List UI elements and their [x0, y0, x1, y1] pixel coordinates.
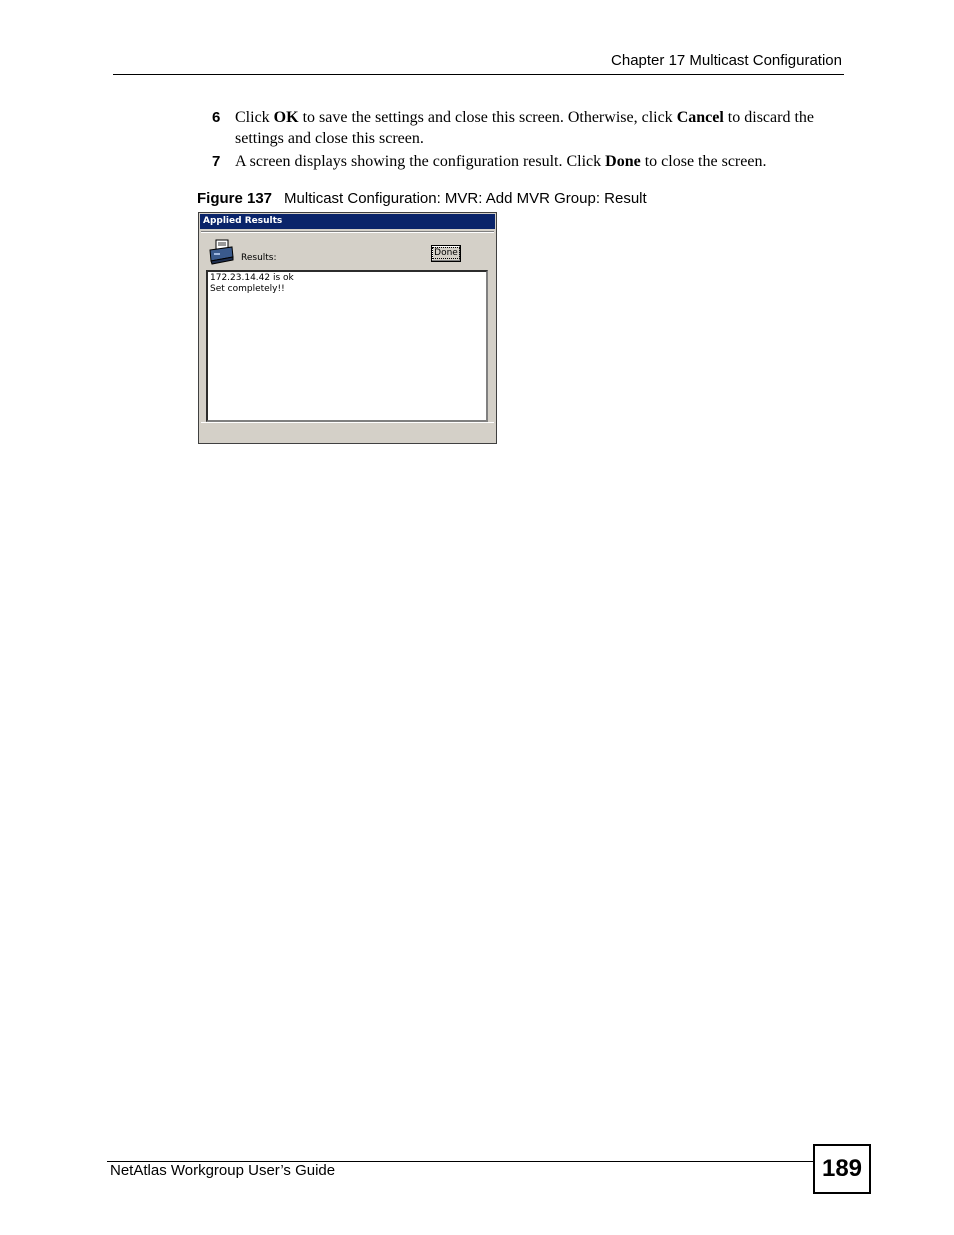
dialog-status-strip — [201, 422, 494, 441]
header-divider — [113, 74, 844, 75]
dialog-separator — [201, 231, 494, 233]
page-number: 189 — [813, 1144, 871, 1194]
figure-caption: Figure 137 Multicast Configuration: MVR: … — [197, 190, 647, 207]
step-number: 6 — [212, 109, 221, 126]
figure-title: Multicast Configuration: MVR: Add MVR Gr… — [284, 190, 647, 207]
chapter-header: Chapter 17 Multicast Configuration — [611, 52, 842, 69]
step-number: 7 — [212, 153, 221, 170]
results-label: Results: — [241, 253, 277, 263]
step-text: A screen displays showing the configurat… — [235, 153, 767, 170]
result-line: Set completely!! — [210, 284, 285, 294]
dialog-title: Applied Results — [200, 214, 495, 229]
figure-label: Figure 137 — [197, 190, 273, 207]
done-button[interactable]: Done — [431, 245, 461, 262]
result-line: 172.23.14.42 is ok — [210, 273, 294, 283]
applied-results-dialog: Applied Results Results: Done 172.23.14.… — [198, 212, 497, 444]
results-text-area[interactable]: 172.23.14.42 is ok Set completely!! — [206, 270, 488, 422]
printer-icon — [209, 239, 234, 265]
done-button-label: Done — [432, 247, 460, 259]
step-text: Click OK to save the settings and close … — [235, 109, 814, 147]
guide-title: NetAtlas Workgroup User’s Guide — [110, 1162, 336, 1179]
